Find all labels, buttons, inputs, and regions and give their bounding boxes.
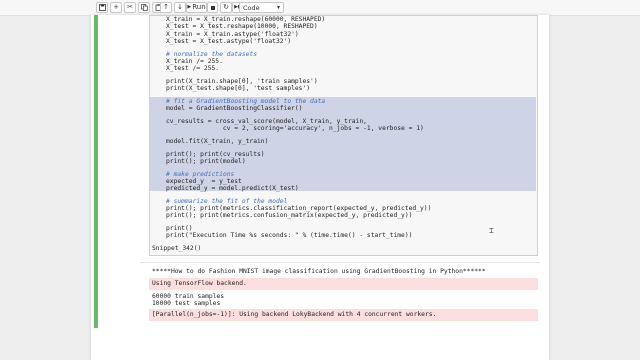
code-comment: # fit a GradientBoosting model to the da…: [166, 98, 326, 105]
code-line: X_train = X_train.reshape(60000, RESHAPE…: [166, 16, 326, 23]
cut-cell-button[interactable]: ✂: [124, 2, 136, 13]
arrow-up-icon: ↑: [163, 3, 169, 11]
plus-icon: +: [113, 3, 119, 11]
save-icon: [98, 4, 106, 11]
copy-icon: [140, 4, 148, 11]
code-comment: # normalize the datasets: [166, 51, 257, 58]
stderr-output: [Parallel(n_jobs=-1)]: Using backend Lok…: [149, 309, 538, 321]
code-line: X_test = X_test.reshape(10000, RESHAPED): [166, 23, 318, 30]
cell-type-select[interactable]: Code ▾: [239, 2, 284, 13]
stderr-output: Using TensorFlow backend.: [149, 278, 538, 290]
code-comment: # make predictions: [166, 171, 235, 178]
code-line: X_test = X_test.astype('float32'): [166, 38, 292, 45]
output-separator: [140, 262, 540, 263]
notebook-toolbar: + ✂ ↑ ↓ ▶ Run ↻ ▶▶ Code ▾: [0, 0, 640, 16]
output-header: *****How to do Fashion MNIST image class…: [152, 268, 486, 275]
code-comment: # summarize the fit of the model: [166, 198, 288, 205]
chevron-down-icon: ▾: [276, 4, 280, 11]
code-line: Snippet_342(): [152, 245, 202, 252]
save-button[interactable]: [96, 2, 108, 13]
move-down-button[interactable]: ↓: [174, 2, 186, 13]
code-line: print(); print(cv_results): [166, 151, 265, 158]
copy-cell-button[interactable]: [138, 2, 150, 13]
code-line: print(): [166, 225, 193, 232]
mouse-cursor-icon: ⌶: [489, 226, 494, 235]
stop-icon: [210, 5, 215, 10]
cell-type-value: Code: [243, 3, 260, 12]
run-button[interactable]: ▶ Run: [186, 2, 207, 13]
code-line: X_test /= 255.: [166, 65, 220, 72]
code-line: print(); print(model): [166, 158, 246, 165]
code-line: X_train /= 255.: [166, 58, 223, 65]
restart-button[interactable]: ↻: [220, 2, 232, 13]
cell-selection-bar: [94, 15, 98, 328]
code-line: model.fit(X_train, y_train): [166, 138, 269, 145]
code-line: print(); print(metrics.classification_re…: [166, 205, 432, 212]
restart-icon: ↻: [223, 3, 229, 11]
insert-cell-button[interactable]: +: [110, 2, 122, 13]
scissors-icon: ✂: [127, 3, 133, 11]
code-line: cv_results = cross_val_score(model, X_tr…: [166, 118, 367, 125]
arrow-down-icon: ↓: [177, 3, 183, 11]
code-line: print("Execution Time %s seconds: " % (t…: [166, 232, 413, 239]
code-line: print(); print(metrics.confusion_matrix(…: [166, 212, 413, 219]
code-line: cv = 2, scoring='accuracy', n_jobs = -1,…: [166, 125, 424, 132]
code-line: predicted_y = model.predict(X_test): [166, 185, 299, 192]
output-line: 10000 test samples: [152, 300, 221, 307]
code-line: X_train = X_train.astype('float32'): [166, 31, 299, 38]
move-up-button[interactable]: ↑: [160, 2, 172, 13]
play-icon: ▶: [187, 4, 192, 10]
interrupt-button[interactable]: [207, 2, 218, 13]
output-line: 60000 train samples: [152, 293, 225, 300]
code-line: print(X_test.shape[0], 'test samples'): [166, 85, 311, 92]
code-line: model = GradientBoostingClassifier(): [166, 105, 303, 112]
run-label: Run: [192, 3, 206, 11]
code-line: print(X_train.shape[0], 'train samples'): [166, 78, 318, 85]
code-line: expected_y = y_test: [166, 178, 242, 185]
